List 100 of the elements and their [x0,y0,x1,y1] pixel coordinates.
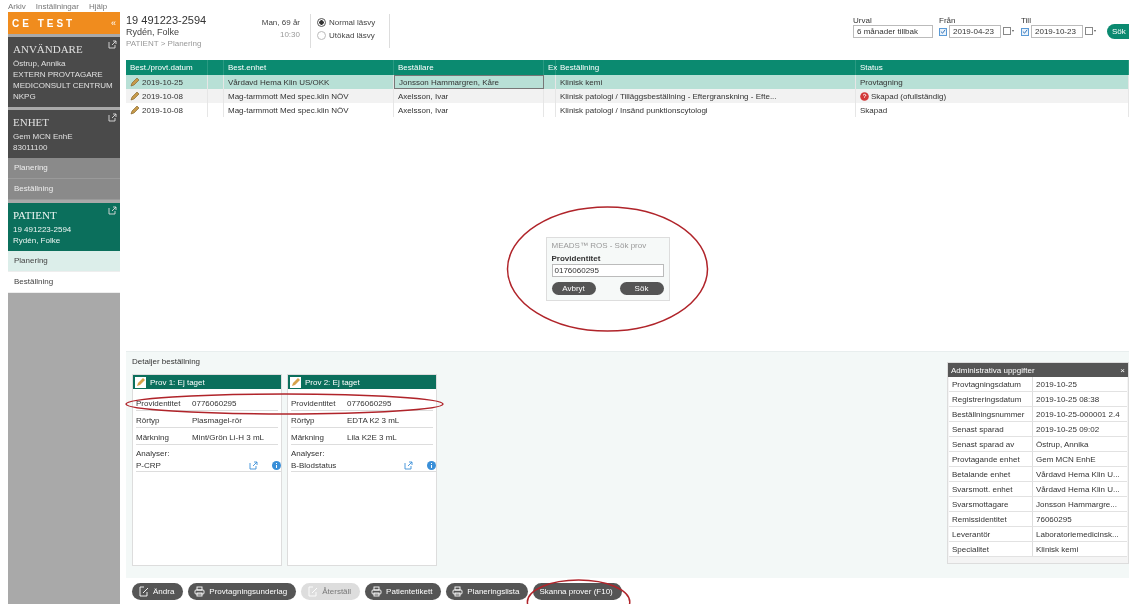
column-header[interactable]: Beställning [560,63,600,72]
field-value: Klinisk kemi [1035,544,1079,554]
field-label: Rörtyp [136,416,161,425]
field-label: Till [1021,16,1032,25]
analysis-name: B-Blodstatus [291,460,338,470]
close-button[interactable]: × [1120,365,1125,375]
field-label: Rörtyp [291,416,316,425]
calendar-icon [1003,27,1015,36]
external-link-icon [249,460,258,470]
sex-age: Man, 69 år [260,18,300,27]
action-button[interactable]: Provtagningsunderlag [188,583,297,600]
field-value: Gem MCN EnhE [1035,454,1096,464]
time-text: 10:30 [278,30,300,39]
table-cell: Vårdavd Hema Klin US/OKK [228,77,330,87]
card-title: Prov 1: Ej taget [150,377,205,387]
field-value: 0776060295 [347,399,392,408]
field-label: Från [939,16,957,25]
table-row[interactable]: 2019-10-08 Mag-tarmmott Med spec.klin NÖV Axelsson, Ivar Klinisk patologi / Insänd punktionscytologi Skapad [126,103,1129,117]
section-text: Östrup, Annika [13,58,67,69]
field-label: Provtagningsdatum [949,377,1033,391]
printer-icon [194,586,206,597]
radio-button[interactable] [317,18,326,27]
section-text: NKPG [13,91,37,102]
table-cell: 2019-10-25 [142,77,183,87]
menu-item[interactable]: Inställningar [35,1,79,11]
dialog-button[interactable]: Avbryt [551,282,596,295]
dialog-button[interactable]: Sök [619,282,664,295]
table-cell: Axelsson, Ivar [398,91,449,101]
field-label: Providentitet [291,399,337,408]
action-button[interactable]: Planeringslista [446,583,529,600]
external-link-icon [108,40,117,49]
sidebar-item[interactable]: Planering [8,251,120,272]
column-header[interactable]: Ex [548,63,558,72]
column-header[interactable]: Best.enhet [228,63,267,72]
checkbox[interactable] [939,27,947,36]
field-label: Providentitet [136,399,182,408]
date-field[interactable]: 2019-04-23 [949,25,1001,38]
field-value: EDTA K2 3 mL [347,416,400,425]
action-button[interactable]: Skanna prover (F10) [533,583,622,600]
card-title: Prov 2: Ej taget [305,377,360,387]
field-label: Urval [853,16,873,25]
field-value: 2019-10-25 [1035,379,1077,389]
section-title: ANVÄNDARE [13,43,83,55]
field-value: Jonsson Hammargre... [1035,499,1117,509]
table-cell: 2019-10-08 [142,91,183,101]
dropdown[interactable]: 6 månader tillbak [853,25,933,38]
section-text: Gem MCN EnhE [13,131,74,142]
breadcrumb: PATIENT > Planering [126,39,203,48]
table-cell: Klinisk patologi / Insänd punktionscytologi [560,105,708,115]
radio-label: Utökad läsvy [329,31,375,40]
radio-label: Normal läsvy [329,18,376,27]
logo: CE TEST [12,17,76,29]
field-label: Senast sparad av [949,437,1033,451]
action-button[interactable]: Ändra [132,583,184,600]
edit-icon [138,586,149,597]
table-cell: Axelsson, Ivar [398,105,449,115]
column-header[interactable]: Beställare [398,63,434,72]
field-value: Vårdavd Hema Klin U... [1035,469,1120,479]
panel-title: Administrativa uppgifter [951,365,1035,375]
external-link-icon [404,460,413,470]
printer-icon [371,586,383,597]
field-label: Provtagande enhet [949,452,1033,466]
field-value: 2019-10-25 08:38 [1035,394,1100,404]
dialog-title: MEADS™ ROS - Sök prov [551,241,648,250]
radio-button[interactable] [317,31,326,40]
table-row[interactable]: 2019-10-08 Mag-tarmmott Med spec.klin NÖV Axelsson, Ivar Klinisk patologi / Tilläggsbeställning - Eftergranskning - Efte... Skapad (ofullständig) [126,89,1129,103]
field-value: Lila K2E 3 mL [347,433,397,442]
section-text: EXTERN PROVTAGARE [13,69,104,80]
section-text: MEDICONSULT CENTRUM [13,80,114,91]
field-label: Betalande enhet [949,467,1033,481]
column-header[interactable]: Best./provt.datum [130,63,193,72]
field-label: Märkning [291,433,325,442]
column-header[interactable]: Status [860,63,883,72]
patient-name: Rydén, Folke [126,27,181,37]
field-label: Märkning [136,433,170,442]
table-cell: Mag-tarmmott Med spec.klin NÖV [228,91,349,101]
menu-item[interactable]: Hjälp [88,1,108,11]
field-value: 2019-10-25-000001 2.4 [1035,409,1120,419]
table-row[interactable]: 2019-10-25 Vårdavd Hema Klin US/OKK Jonsson Hammargren, Kåre Klinisk kemi Provtagning [126,75,1129,89]
checkbox[interactable] [1021,27,1029,36]
patient-id: 19 491223-2594 [126,14,208,26]
menu-item[interactable]: Arkiv [8,1,26,11]
table-cell: Mag-tarmmott Med spec.klin NÖV [228,105,349,115]
section-title: ENHET [13,116,50,128]
field-value: Laboratoriemedicinsk... [1035,529,1119,539]
search-button[interactable]: Sök [1107,24,1129,39]
field-label: Remissidentitet [949,512,1033,526]
external-link-icon [108,113,117,122]
table-cell: Klinisk kemi [560,77,603,87]
field-label: Specialitet [949,542,1033,556]
edit-icon [307,586,319,597]
field-value: 0776060295 [192,399,237,408]
table-cell: Skapad (ofullständig) [871,91,947,101]
sidebar-item[interactable]: Beställning [8,272,120,293]
date-field[interactable]: 2019-10-23 [1031,25,1083,38]
input-field[interactable]: 0176060295 [551,264,664,277]
action-button[interactable]: Patientetikett [365,583,442,600]
field-label: Svarsmottagare [949,497,1033,511]
field-label: Analyser: [136,449,171,458]
field-value: 76060295 [1035,514,1072,524]
